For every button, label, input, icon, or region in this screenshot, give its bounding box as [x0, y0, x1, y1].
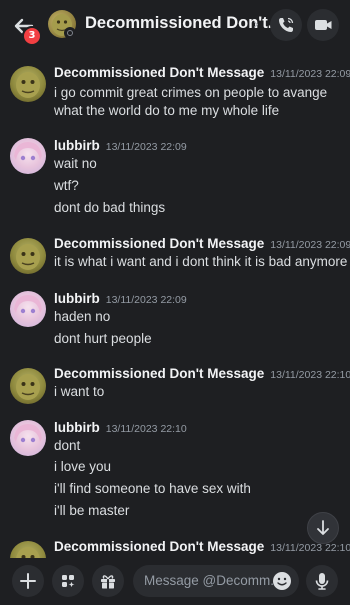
anime-avatar-image — [14, 142, 42, 161]
scroll-to-bottom-button[interactable] — [307, 512, 339, 544]
message-text: dont hurt people — [54, 331, 152, 346]
message-text: i love you — [54, 459, 112, 474]
message-text: haden no — [54, 309, 111, 324]
message-text: dont — [54, 438, 81, 453]
message-text: i'll be master — [54, 503, 130, 518]
message-input[interactable]: Message @Decomm... — [133, 565, 299, 597]
status-indicator — [64, 27, 76, 39]
message-text: what the world do to me my whole life — [54, 103, 280, 118]
plus-icon — [20, 573, 36, 589]
unread-badge: 3 — [22, 26, 42, 46]
microphone-icon — [315, 573, 329, 590]
message-list[interactable]: Decommissioned Don't Message 13/11/2023 2… — [0, 52, 350, 558]
avatar[interactable] — [10, 291, 46, 327]
message-timestamp: 13/11/2023 22:10 — [105, 423, 187, 435]
shrek-avatar-image — [16, 374, 40, 400]
shrek-avatar-image — [16, 547, 40, 558]
emoji-icon[interactable] — [271, 570, 293, 592]
message-timestamp: 13/11/2023 22:09 — [270, 239, 350, 251]
message-text: i go commit great crimes on people to av… — [54, 85, 328, 100]
message-timestamp: 13/11/2023 22:10 — [270, 369, 350, 381]
message-timestamp: 13/11/2023 22:09 — [105, 294, 187, 306]
anime-avatar-image — [14, 424, 42, 443]
arrow-down-icon — [317, 520, 329, 535]
add-attachment-button[interactable] — [12, 565, 44, 597]
apps-button[interactable] — [52, 565, 84, 597]
chat-header: 3 Decommissioned Don't... › — [0, 0, 350, 52]
anime-avatar-image — [14, 295, 42, 314]
message-text: wait no — [54, 156, 97, 171]
avatar[interactable] — [10, 420, 46, 456]
apps-icon — [62, 575, 75, 587]
video-call-button[interactable] — [307, 9, 339, 41]
avatar[interactable] — [10, 238, 46, 274]
message-author[interactable]: lubbirb 13/11/2023 22:09 — [54, 291, 187, 306]
message-author[interactable]: Decommissioned Don't Message 13/11/2023 2… — [54, 65, 350, 80]
message-text: dont do bad things — [54, 200, 166, 215]
gift-icon — [101, 575, 115, 589]
message-text: wtf? — [54, 178, 79, 193]
message-composer: Message @Decomm... — [0, 558, 350, 605]
message-timestamp: 13/11/2023 22:09 — [270, 68, 350, 80]
message-author[interactable]: Decommissioned Don't Message 13/11/2023 2… — [54, 539, 350, 554]
message-text: it is what i want and i dont think it is… — [54, 254, 348, 269]
message-text: i want to — [54, 384, 105, 399]
shrek-avatar-image — [16, 244, 40, 270]
message-author[interactable]: Decommissioned Don't Message 13/11/2023 2… — [54, 236, 350, 251]
phone-icon — [279, 17, 294, 32]
voice-call-button[interactable] — [270, 9, 302, 41]
avatar[interactable] — [10, 66, 46, 102]
gift-button[interactable] — [92, 565, 124, 597]
message-text: i'll find someone to have sex with — [54, 481, 251, 496]
message-timestamp: 13/11/2023 22:10 — [270, 542, 350, 554]
avatar[interactable] — [10, 368, 46, 404]
shrek-avatar-image — [16, 72, 40, 98]
message-author[interactable]: lubbirb 13/11/2023 22:10 — [54, 420, 187, 435]
message-author[interactable]: Decommissioned Don't Message 13/11/2023 2… — [54, 366, 350, 381]
channel-title[interactable]: Decommissioned Don't... — [85, 14, 281, 33]
voice-message-button[interactable] — [306, 565, 338, 597]
message-timestamp: 13/11/2023 22:09 — [105, 141, 187, 153]
message-author[interactable]: lubbirb 13/11/2023 22:09 — [54, 138, 187, 153]
avatar[interactable] — [10, 541, 46, 558]
avatar[interactable] — [10, 138, 46, 174]
chevron-right-icon[interactable]: › — [253, 15, 259, 33]
video-camera-icon — [315, 20, 332, 30]
message-input-placeholder: Message @Decomm... — [144, 573, 282, 588]
